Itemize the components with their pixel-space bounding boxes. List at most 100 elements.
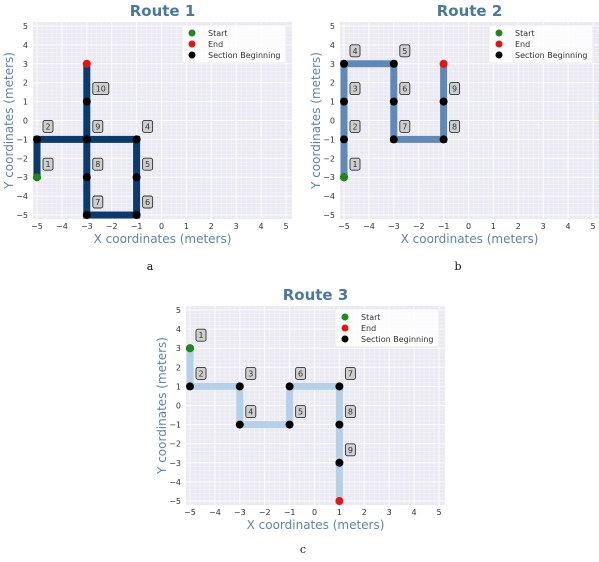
section-annotation: 6	[142, 195, 154, 209]
x-tick-label: 5	[590, 222, 595, 231]
chart-route-1: −5 −4 −3 −2 −1 0 1 2 3 4 5 −5 −4 −3 −2 −1 0 1 2 3 4 5 X coordi…	[2, 2, 292, 246]
x-tick-label: −3	[234, 508, 246, 517]
legend-start-marker	[188, 29, 196, 37]
x-tick-label: 4	[566, 222, 571, 231]
section-annotation-label: 9	[452, 85, 457, 94]
x-tick-label: 2	[516, 222, 521, 231]
section-annotation-label: 7	[348, 369, 353, 378]
chart-title: Route 2	[437, 2, 503, 20]
section-annotation: 2	[42, 119, 54, 133]
section-annotation: 10	[92, 82, 110, 96]
y-tick-label: −5	[16, 211, 28, 220]
y-tick-label: −2	[16, 154, 28, 163]
section-annotation: 4	[349, 44, 361, 58]
section-annotation: 3	[349, 82, 361, 96]
section-annotation-label: 6	[298, 369, 303, 378]
section-beginning-point	[235, 382, 244, 391]
section-annotation: 5	[295, 405, 307, 419]
x-tick-label: 1	[337, 508, 342, 517]
legend-section-beginning-marker	[495, 51, 503, 59]
x-tick-label: 3	[234, 222, 239, 231]
section-annotation: 9	[92, 119, 104, 133]
y-tick-label: −1	[16, 135, 28, 144]
section-beginning-point	[335, 420, 344, 429]
x-tick-label: 1	[184, 222, 189, 231]
section-beginning-point	[33, 135, 41, 144]
y-tick-label: 2	[330, 79, 335, 88]
section-beginning-point	[82, 211, 91, 219]
y-tick-label: 2	[176, 363, 181, 372]
x-tick-label: 1	[491, 222, 496, 231]
section-annotation: 2	[195, 366, 207, 380]
y-tick-label: 5	[330, 22, 335, 31]
y-tick-label: 3	[330, 60, 335, 69]
section-beginning-point	[340, 135, 348, 144]
section-annotation: 1	[195, 328, 207, 342]
x-tick-label: 4	[412, 508, 417, 517]
section-annotation-label: 8	[452, 122, 457, 131]
section-annotation: 3	[245, 366, 257, 380]
section-beginning-point	[340, 97, 348, 106]
section-annotation: 7	[344, 366, 356, 380]
x-tick-label: −2	[259, 508, 271, 517]
section-annotation: 6	[399, 82, 411, 96]
end-point	[335, 497, 344, 505]
section-beginning-point	[389, 97, 398, 106]
section-annotation: 2	[349, 119, 361, 133]
figure-caption: c	[300, 543, 306, 556]
section-beginning-point	[335, 458, 344, 467]
y-tick-label: 3	[23, 60, 28, 69]
x-tick-label: −5	[338, 222, 350, 231]
legend-section-beginning-label: Section Beginning	[208, 51, 281, 60]
y-tick-label: −4	[169, 478, 181, 487]
section-annotation: 9	[344, 443, 356, 457]
section-annotation-label: 4	[145, 122, 150, 131]
chart-title: Route 3	[283, 286, 349, 304]
section-annotation-label: 8	[95, 160, 100, 169]
y-tick-label: 1	[23, 98, 28, 107]
y-tick-label: 1	[176, 382, 181, 391]
section-beginning-point	[335, 382, 344, 391]
section-annotation: 7	[399, 119, 411, 133]
chart-route-3: −5 −4 −3 −2 −1 0 1 2 3 4 5 −5 −4 −3 −2 −1 0 1 2 3 4 5 X coordi…	[155, 286, 445, 532]
section-annotation-label: 9	[348, 446, 353, 455]
y-tick-label: 1	[330, 98, 335, 107]
section-annotation: 4	[245, 405, 257, 419]
figure: −5 −4 −3 −2 −1 0 1 2 3 4 5 −5 −4 −3 −2 −1 0 1 2 3 4 5 X coordi…	[2, 2, 599, 556]
y-tick-label: −4	[16, 192, 28, 201]
y-tick-label: 0	[330, 117, 335, 126]
section-annotation: 5	[399, 44, 411, 58]
y-axis-label: Y coordinates (meters)	[155, 337, 169, 475]
y-tick-label: 5	[23, 22, 28, 31]
x-tick-label: −1	[131, 222, 143, 231]
section-annotation: 6	[295, 366, 307, 380]
section-beginning-point	[439, 135, 448, 144]
y-tick-label: 0	[176, 402, 181, 411]
section-beginning-point	[132, 135, 141, 144]
section-annotation-label: 2	[45, 122, 50, 131]
y-tick-label: −2	[323, 154, 335, 163]
legend-end-label: End	[515, 40, 530, 49]
section-beginning-point	[82, 97, 91, 106]
x-axis-label: X coordinates (meters)	[247, 518, 385, 532]
legend-start-marker	[341, 313, 349, 321]
section-beginning-point	[389, 135, 398, 144]
chart-title: Route 1	[130, 2, 196, 20]
y-tick-label: −4	[323, 192, 335, 201]
start-point	[340, 173, 348, 182]
legend-start-label: Start	[208, 29, 228, 38]
section-annotation: 4	[142, 119, 154, 133]
y-tick-label: 5	[176, 306, 181, 315]
section-beginning-point	[285, 420, 294, 429]
section-beginning-point	[132, 211, 141, 219]
y-tick-label: 3	[176, 344, 181, 353]
section-annotation-label: 5	[145, 160, 150, 169]
start-point	[33, 173, 41, 182]
x-tick-label: −3	[388, 222, 400, 231]
section-annotation: 1	[42, 157, 54, 171]
section-annotation-label: 6	[145, 198, 150, 207]
y-tick-label: −3	[323, 173, 335, 182]
x-tick-label: −4	[56, 222, 68, 231]
section-annotation-label: 7	[95, 198, 100, 207]
section-annotation-label: 6	[402, 85, 407, 94]
